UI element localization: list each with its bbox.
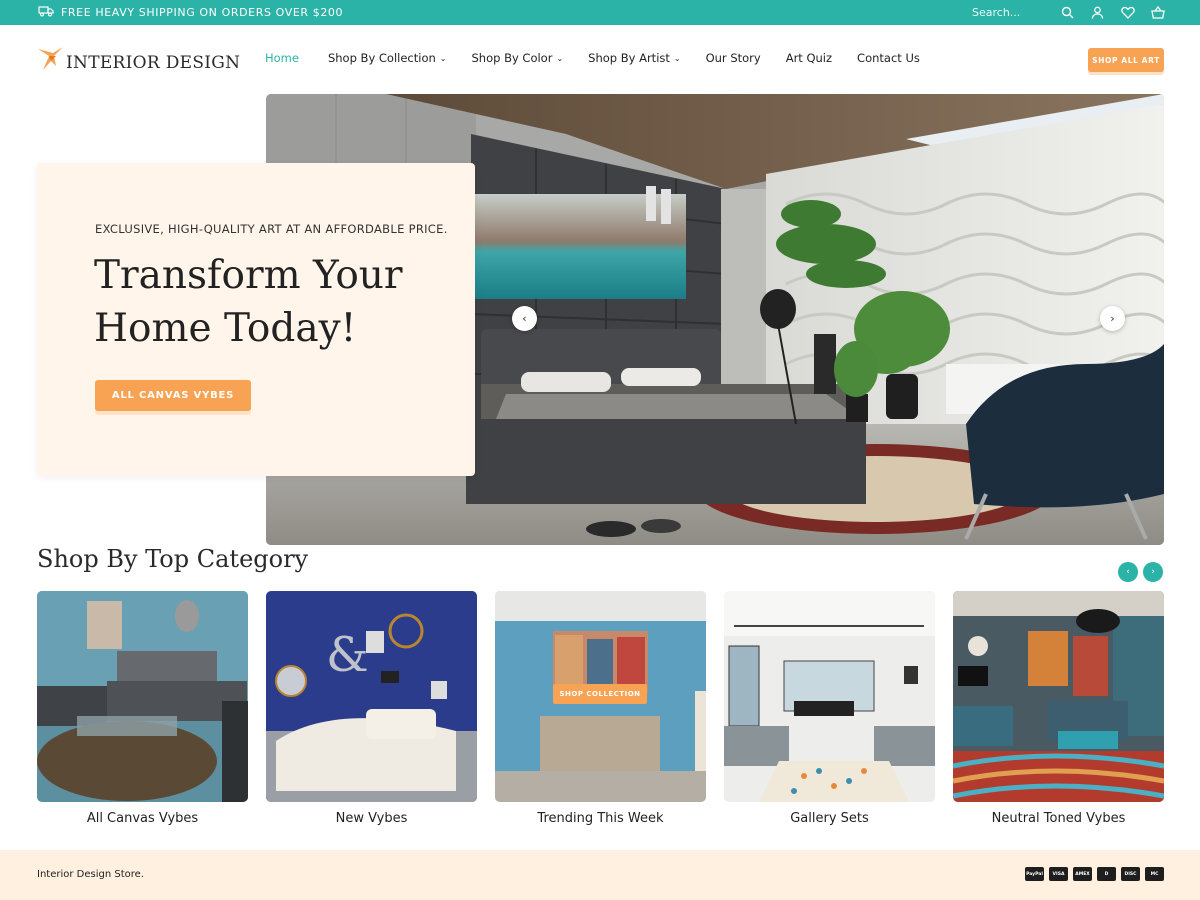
nav-shop-by-color[interactable]: Shop By Color ⌄ (471, 51, 563, 65)
logo-text: INTERIOR DESIGN (66, 53, 241, 73)
hero-next-arrow-icon[interactable]: › (1100, 306, 1125, 331)
chevron-down-icon: ⌄ (673, 53, 681, 63)
nav-label: Contact Us (857, 51, 920, 65)
bird-logo-icon (37, 43, 64, 77)
nav-shop-by-collection[interactable]: Shop By Collection ⌄ (328, 51, 447, 65)
site-logo[interactable]: INTERIOR DESIGN (37, 43, 240, 77)
nav-label: Art Quiz (785, 51, 833, 65)
shop-all-art-button[interactable]: SHOP ALL ART (1088, 48, 1164, 72)
hero-title-line1: Transform Your (94, 253, 403, 298)
shipping-text: FREE HEAVY SHIPPING ON ORDERS OVER $200 (61, 6, 344, 19)
category-label[interactable]: All Canvas Vybes (37, 811, 248, 826)
nav-label: Shop By Artist (588, 51, 670, 65)
payment-methods: PayPal VISA AMEX D DISC MC (1025, 867, 1164, 881)
hero-card: EXCLUSIVE, HIGH-QUALITY ART AT AN AFFORD… (37, 163, 475, 476)
footer-store-text: Interior Design Store. (37, 869, 144, 880)
category-next-arrow-icon[interactable]: › (1143, 562, 1163, 582)
nav-shop-by-artist[interactable]: Shop By Artist ⌄ (588, 51, 680, 65)
shipping-notice: FREE HEAVY SHIPPING ON ORDERS OVER $200 (38, 0, 343, 25)
all-canvas-vybes-button[interactable]: ALL CANVAS VYBES (95, 380, 251, 411)
nav-art-quiz[interactable]: Art Quiz (786, 51, 832, 65)
category-section-title: Shop By Top Category (37, 545, 309, 573)
diners-club-icon: D (1097, 867, 1116, 881)
category-card-neutral-toned-vybes[interactable] (953, 591, 1164, 802)
nav-label: Home (265, 51, 299, 65)
shop-collection-button[interactable]: SHOP COLLECTION (553, 684, 647, 704)
nav-label: Shop By Color (471, 51, 553, 65)
paypal-icon: PayPal (1025, 867, 1044, 881)
user-icon[interactable] (1089, 4, 1106, 21)
category-card-gallery-sets[interactable] (724, 591, 935, 802)
category-label[interactable]: Trending This Week (495, 811, 706, 826)
site-header: INTERIOR DESIGN Home Shop By Collection ⌄… (0, 25, 1200, 91)
basket-icon[interactable] (1149, 4, 1166, 21)
nav-our-story[interactable]: Our Story (706, 51, 761, 65)
heart-icon[interactable] (1119, 4, 1136, 21)
nav-contact-us[interactable]: Contact Us (857, 51, 920, 65)
hero-title-line2: Home Today! (94, 306, 357, 351)
mastercard-icon: MC (1145, 867, 1164, 881)
chevron-down-icon: ⌄ (439, 53, 447, 63)
category-label[interactable]: Gallery Sets (724, 811, 935, 826)
chevron-down-icon: ⌄ (556, 53, 564, 63)
main-nav: Home Shop By Collection ⌄ Shop By Color ⌄ … (265, 25, 945, 91)
hero-eyebrow: EXCLUSIVE, HIGH-QUALITY ART AT AN AFFORD… (95, 222, 448, 236)
category-label[interactable]: Neutral Toned Vybes (953, 811, 1164, 826)
svg-text:&: & (326, 627, 369, 683)
category-card-all-canvas-vybes[interactable] (37, 591, 248, 802)
hero-prev-arrow-icon[interactable]: ‹ (512, 306, 537, 331)
category-label[interactable]: New Vybes (266, 811, 477, 826)
amex-icon: AMEX (1073, 867, 1092, 881)
site-footer: Interior Design Store. PayPal VISA AMEX … (0, 850, 1200, 900)
nav-home[interactable]: Home (265, 51, 299, 65)
search-icon[interactable] (1059, 4, 1076, 21)
nav-label: Shop By Collection (327, 51, 436, 65)
truck-icon (38, 5, 54, 20)
category-prev-arrow-icon[interactable]: ‹ (1118, 562, 1138, 582)
announcement-bar: FREE HEAVY SHIPPING ON ORDERS OVER $200 … (0, 0, 1200, 25)
nav-label: Our Story (705, 51, 761, 65)
category-card-new-vybes[interactable]: & (266, 591, 477, 802)
visa-icon: VISA (1049, 867, 1068, 881)
hero-title: Transform Your Home Today! (94, 249, 454, 355)
discover-icon: DISC (1121, 867, 1140, 881)
search-placeholder: Search... (972, 6, 1021, 19)
